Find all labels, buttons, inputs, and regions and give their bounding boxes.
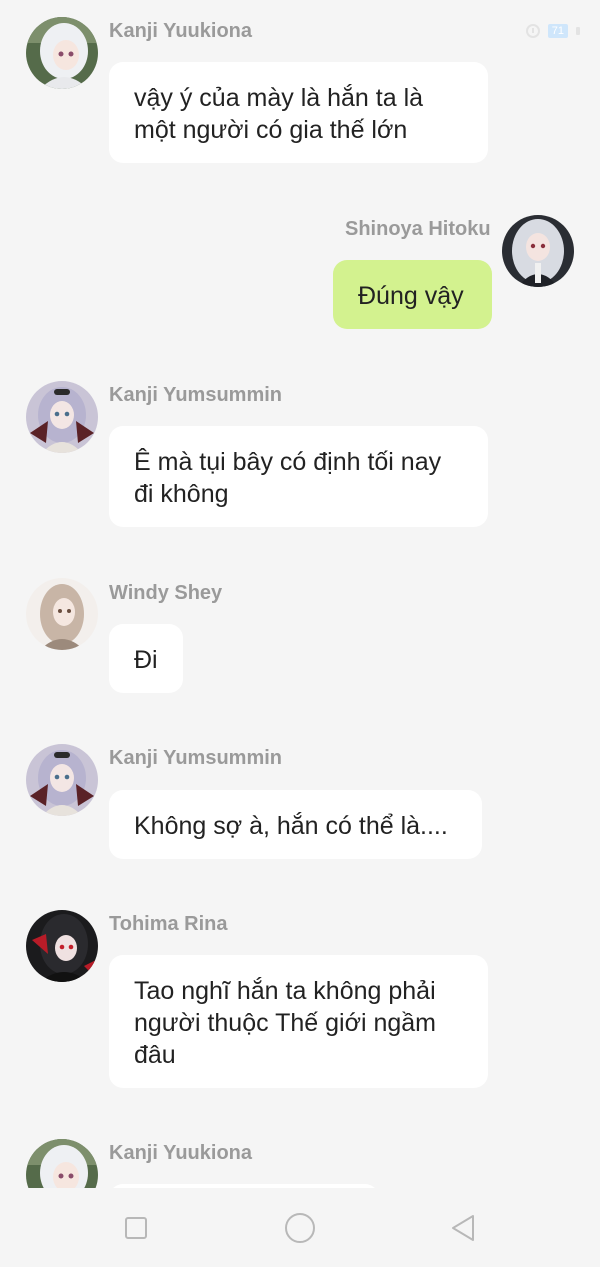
avatar[interactable] [26, 1139, 98, 1188]
sender-name: Shinoya Hitoku [345, 218, 491, 240]
message-bubble[interactable]: Đi [109, 624, 183, 693]
avatar[interactable] [26, 17, 98, 89]
chat-message: Kanji Yumsummin Không sợ à, hắn có thể l… [0, 728, 600, 868]
circle-icon [285, 1213, 315, 1243]
avatar[interactable] [502, 215, 574, 287]
message-bubble[interactable]: Đúng vậy [333, 260, 492, 329]
chat-message-list[interactable]: Kanji Yuukiona vậy ý của mày là hắn ta l… [0, 0, 600, 1188]
chat-message: Kanji Yuukiona vậy ý của mày là hắn ta l… [0, 0, 600, 170]
avatar[interactable] [26, 381, 98, 453]
chat-message: Windy Shey Đi [0, 565, 600, 705]
navigation-bar [0, 1188, 600, 1267]
back-button[interactable] [443, 1208, 483, 1248]
home-button[interactable] [280, 1208, 320, 1248]
back-triangle-icon [452, 1215, 474, 1241]
avatar[interactable] [26, 578, 98, 650]
chat-message: Kanji Yuukiona [0, 1122, 600, 1188]
sender-name: Kanji Yuukiona [109, 20, 252, 42]
message-bubble[interactable]: Không sợ à, hắn có thể là.... [109, 790, 482, 859]
chat-message: Tohima Rina Tao nghĩ hắn ta không phải n… [0, 893, 600, 1093]
square-icon [125, 1217, 147, 1239]
message-bubble[interactable]: Tao nghĩ hắn ta không phải người thuộc T… [109, 955, 488, 1088]
chat-message: Kanji Yumsummin Ê mà tụi bây có định tối… [0, 365, 600, 535]
avatar[interactable] [26, 910, 98, 982]
sender-name: Kanji Yumsummin [109, 747, 283, 769]
sender-name: Tohima Rina [109, 913, 228, 935]
sender-name: Windy Shey [109, 582, 223, 604]
message-bubble[interactable]: vậy ý của mày là hắn ta là một người có … [109, 62, 488, 163]
sender-name: Kanji Yuukiona [109, 1142, 252, 1164]
message-bubble[interactable]: Ê mà tụi bây có định tối nay đi không [109, 426, 488, 527]
sender-name: Kanji Yumsummin [109, 384, 283, 406]
recent-apps-button[interactable] [116, 1208, 156, 1248]
avatar[interactable] [26, 744, 98, 816]
chat-message: Shinoya Hitoku Đúng vậy [0, 200, 600, 340]
